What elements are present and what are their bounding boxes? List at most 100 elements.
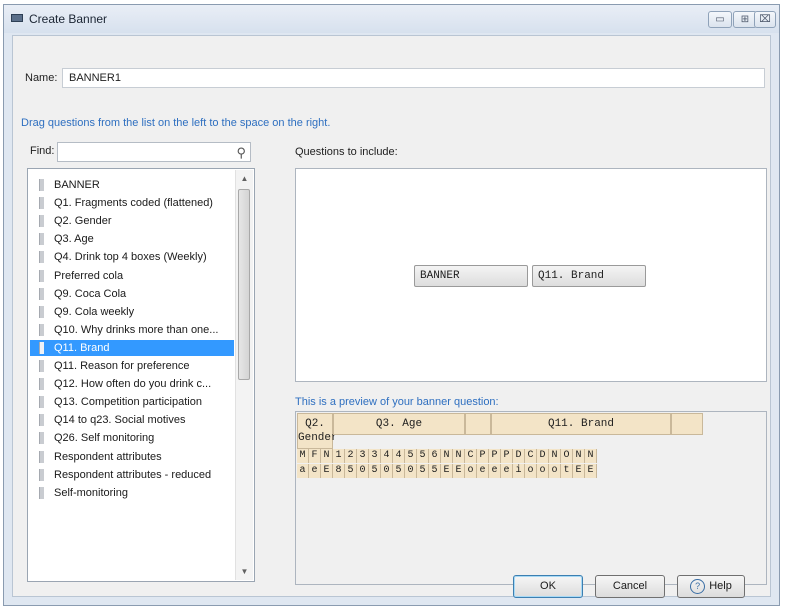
- list-item[interactable]: Respondent attributes - reduced: [30, 467, 234, 483]
- title-bar[interactable]: Create Banner ▭ ⊞ ⌧: [4, 5, 779, 33]
- preview-cell: 5: [429, 464, 441, 478]
- name-input[interactable]: BANNER1: [62, 68, 765, 88]
- preview-cell: O: [561, 449, 573, 463]
- cancel-button[interactable]: Cancel: [595, 575, 665, 598]
- list-item[interactable]: Q26. Self monitoring: [30, 430, 234, 446]
- close-button[interactable]: ⌧: [754, 11, 776, 28]
- question-icon: [39, 486, 44, 499]
- question-icon: [39, 341, 44, 354]
- preview-group-age: Q3. Age: [333, 413, 465, 435]
- list-item-label: BANNER: [54, 179, 100, 191]
- preview-cell: P: [501, 449, 513, 463]
- list-item[interactable]: Q1. Fragments coded (flattened): [30, 195, 234, 211]
- list-item[interactable]: Q10. Why drinks more than one...: [30, 322, 234, 338]
- list-item[interactable]: Q11. Brand: [30, 339, 234, 356]
- preview-cell: 5: [369, 464, 381, 478]
- minimize-button[interactable]: ▭: [708, 11, 732, 28]
- preview-cell: E: [321, 464, 333, 478]
- preview-group-brand: Q11. Brand: [491, 413, 671, 435]
- name-label: Name:: [25, 72, 58, 84]
- banner-preview: Q2. Gender Q3. Age Q11. Brand MFN1233445…: [295, 411, 767, 585]
- scroll-down-icon[interactable]: ▼: [236, 563, 253, 580]
- list-item-label: Self-monitoring: [54, 486, 128, 499]
- preview-cell: C: [465, 449, 477, 463]
- list-item[interactable]: Respondent attributes: [30, 449, 234, 465]
- preview-cell: o: [537, 464, 549, 478]
- included-chip-banner[interactable]: BANNER: [414, 265, 528, 287]
- preview-cell: D: [537, 449, 549, 463]
- list-item-label: Q9. Cola weekly: [54, 305, 135, 318]
- question-icon: [39, 305, 44, 318]
- preview-cell: E: [585, 464, 597, 478]
- list-item[interactable]: Preferred cola: [30, 268, 234, 284]
- preview-label: This is a preview of your banner questio…: [295, 396, 499, 408]
- find-input[interactable]: ⚲: [57, 142, 251, 162]
- scroll-thumb[interactable]: [238, 189, 250, 380]
- window-title: Create Banner: [29, 12, 108, 26]
- drag-hint: Drag questions from the list on the left…: [21, 117, 331, 129]
- ok-button[interactable]: OK: [513, 575, 583, 598]
- included-chip-q11-brand[interactable]: Q11. Brand: [532, 265, 646, 287]
- list-item[interactable]: Q3. Age: [30, 231, 234, 247]
- preview-cell: 5: [405, 449, 417, 463]
- list-scrollbar[interactable]: ▲ ▼: [235, 170, 253, 580]
- list-item[interactable]: Q11. Reason for preference: [30, 358, 234, 374]
- preview-cell: E: [453, 464, 465, 478]
- question-icon: [39, 396, 44, 409]
- list-item-label: Q14 to q23. Social motives: [54, 414, 186, 427]
- questions-to-include-area[interactable]: BANNER Q11. Brand: [295, 168, 767, 382]
- create-banner-dialog: Create Banner ▭ ⊞ ⌧ Name: BANNER1 Drag q…: [3, 4, 780, 606]
- list-item-label: Q2. Gender: [54, 215, 112, 228]
- question-icon: [39, 179, 44, 191]
- preview-cell: 0: [405, 464, 417, 478]
- question-icon: [39, 323, 44, 336]
- preview-cell: N: [573, 449, 585, 463]
- list-item-label: Q1. Fragments coded (flattened): [54, 197, 213, 210]
- question-list[interactable]: BANNER Q1. Fragments coded (flattened) Q2.…: [27, 168, 255, 582]
- preview-cell: E: [441, 464, 453, 478]
- list-item-label: Q13. Competition participation: [54, 396, 202, 409]
- scroll-up-icon[interactable]: ▲: [236, 170, 253, 187]
- list-item-label: Preferred cola: [54, 269, 124, 282]
- preview-cell: e: [309, 464, 321, 478]
- list-item[interactable]: Q9. Cola weekly: [30, 304, 234, 320]
- question-icon: [39, 287, 44, 300]
- list-item-label: Q11. Reason for preference: [54, 360, 190, 372]
- preview-cell: 8: [333, 464, 345, 478]
- question-icon: [39, 432, 44, 445]
- preview-cell: P: [489, 449, 501, 463]
- search-icon[interactable]: ⚲: [236, 145, 246, 161]
- list-item-label: Q11. Brand: [54, 341, 110, 354]
- preview-cell: a: [297, 464, 309, 478]
- preview-cell: 1: [333, 449, 345, 463]
- app-icon: [11, 14, 23, 22]
- preview-cell: 4: [393, 449, 405, 463]
- preview-cell: 5: [417, 449, 429, 463]
- preview-cell: 0: [357, 464, 369, 478]
- questions-to-include-label: Questions to include:: [295, 146, 398, 158]
- preview-group-tail: [671, 413, 703, 435]
- preview-cell: 3: [357, 449, 369, 463]
- list-item[interactable]: Q4. Drink top 4 boxes (Weekly): [30, 249, 234, 265]
- list-item[interactable]: Q12. How often do you drink c...: [30, 376, 234, 392]
- preview-cell: N: [441, 449, 453, 463]
- question-icon: [39, 414, 44, 427]
- preview-cell: o: [525, 464, 537, 478]
- list-item[interactable]: Self-monitoring: [30, 485, 234, 501]
- preview-cell: o: [465, 464, 477, 478]
- list-item[interactable]: Q9. Coca Cola: [30, 286, 234, 302]
- list-item[interactable]: Q14 to q23. Social motives: [30, 412, 234, 428]
- list-item[interactable]: Q13. Competition participation: [30, 394, 234, 410]
- preview-cell: e: [477, 464, 489, 478]
- list-item-label: Q9. Coca Cola: [54, 287, 127, 300]
- question-icon: [39, 378, 44, 391]
- preview-cell: 5: [393, 464, 405, 478]
- list-item[interactable]: BANNER: [30, 177, 234, 193]
- help-button[interactable]: ? Help: [677, 575, 745, 598]
- help-label: Help: [709, 580, 732, 592]
- preview-cell: N: [585, 449, 597, 463]
- preview-cell: E: [573, 464, 585, 478]
- preview-cell: e: [501, 464, 513, 478]
- preview-cell: M: [297, 449, 309, 463]
- list-item[interactable]: Q2. Gender: [30, 213, 234, 229]
